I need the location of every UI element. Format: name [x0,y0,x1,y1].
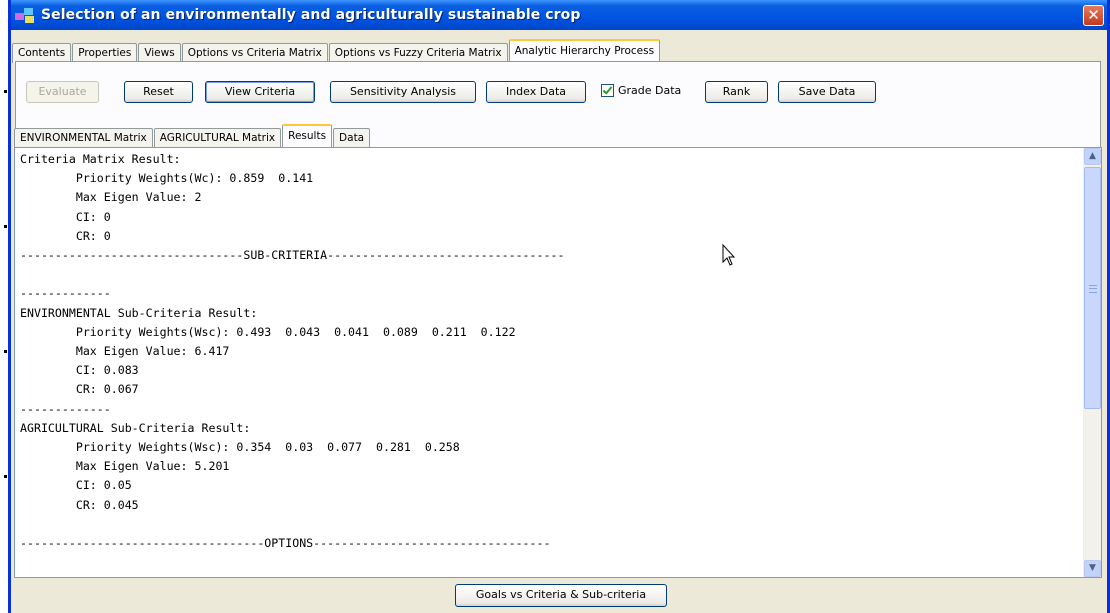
goals-vs-criteria-button[interactable]: Goals vs Criteria & Sub-criteria [455,584,667,607]
sub-tabstrip: ENVIRONMENTAL Matrix AGRICULTURAL Matrix… [14,124,371,148]
title-bar[interactable]: Selection of an environmentally and agri… [11,0,1107,30]
edge-mark [4,90,7,93]
close-button[interactable]: ✕ [1083,5,1104,26]
edge-mark [4,475,7,478]
scrollbar-thumb[interactable] [1084,167,1101,409]
sensitivity-analysis-button[interactable]: Sensitivity Analysis [330,81,476,103]
tab-environmental-matrix[interactable]: ENVIRONMENTAL Matrix [14,128,153,148]
scroll-down-icon[interactable]: ▼ [1084,560,1101,577]
tab-contents[interactable]: Contents [12,43,72,63]
save-data-button[interactable]: Save Data [778,81,876,103]
tab-results[interactable]: Results [282,124,333,148]
view-criteria-button[interactable]: View Criteria [205,81,315,103]
window-title: Selection of an environmentally and agri… [41,7,581,23]
grip-icon [1089,285,1097,293]
index-data-button[interactable]: Index Data [486,81,586,103]
vertical-scrollbar[interactable]: ▲ ▼ [1083,148,1101,577]
tab-data[interactable]: Data [333,128,371,148]
results-text-area[interactable]: Criteria Matrix Result: Priority Weights… [14,147,1102,578]
main-tabstrip: Contents Properties Views Options vs Cri… [12,39,661,63]
tab-options-vs-fuzzy-criteria-matrix[interactable]: Options vs Fuzzy Criteria Matrix [328,43,508,63]
results-text: Criteria Matrix Result: Priority Weights… [20,152,565,551]
tab-analytic-hierarchy-process[interactable]: Analytic Hierarchy Process [508,39,661,63]
tab-agricultural-matrix[interactable]: AGRICULTURAL Matrix [153,128,282,148]
tab-options-vs-criteria-matrix[interactable]: Options vs Criteria Matrix [181,43,328,63]
grade-data-checkbox-group[interactable]: Grade Data [601,84,681,97]
rank-button[interactable]: Rank [705,81,768,103]
evaluate-button[interactable]: Evaluate [26,81,99,103]
scroll-up-icon[interactable]: ▲ [1084,148,1101,165]
edge-mark [4,225,7,228]
tab-properties[interactable]: Properties [72,43,138,63]
grade-data-label: Grade Data [618,84,682,97]
app-icon [15,7,35,23]
tab-views[interactable]: Views [138,43,181,63]
reset-button[interactable]: Reset [124,81,193,103]
edge-mark [4,350,7,353]
grade-data-checkbox[interactable] [601,84,614,97]
mouse-pointer-icon [722,244,736,266]
